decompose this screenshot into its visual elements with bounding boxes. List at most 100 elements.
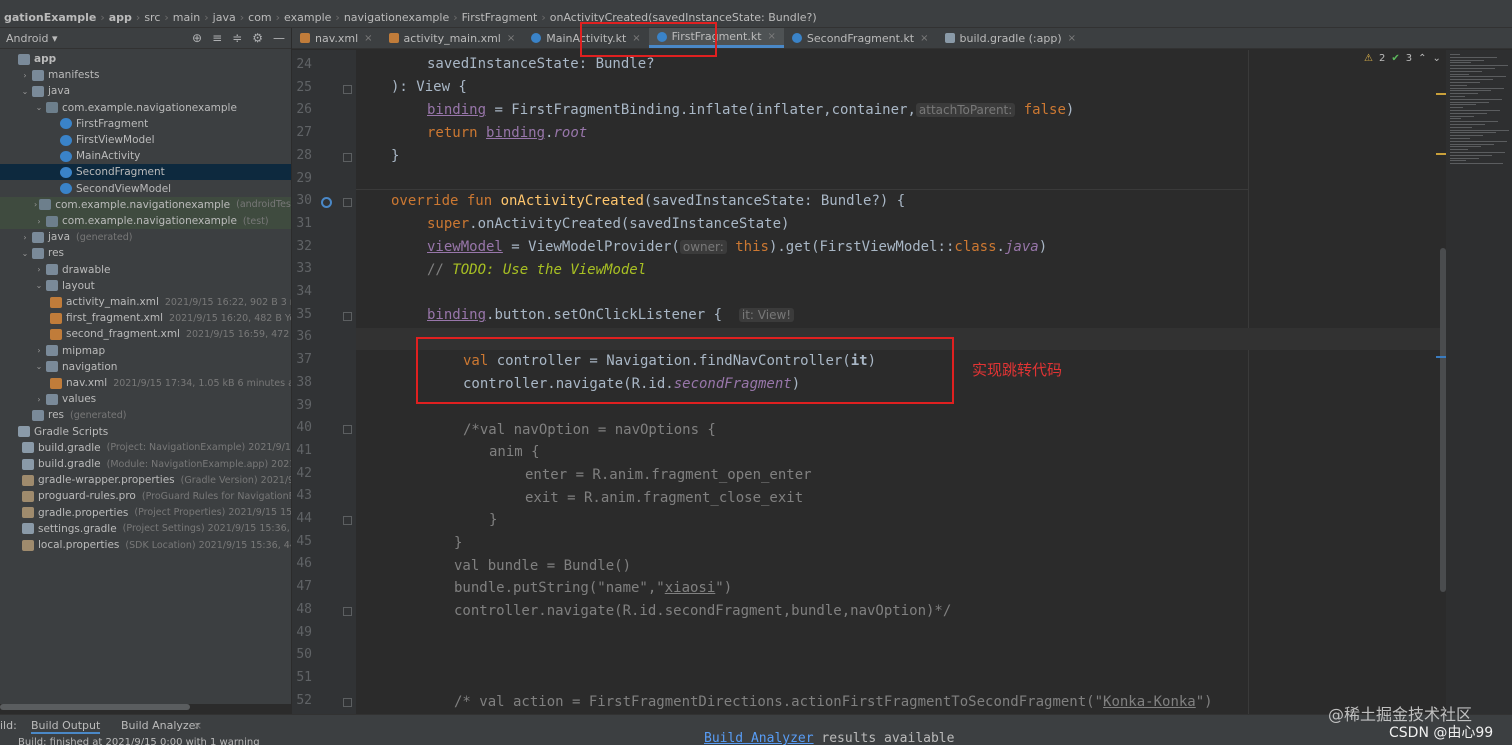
warning-marker[interactable] <box>1436 153 1446 155</box>
close-tab-icon[interactable]: × <box>507 33 515 44</box>
tree-scrollbar[interactable] <box>0 704 190 710</box>
chevron-down-icon[interactable]: ⌄ <box>20 249 30 258</box>
breadcrumb-item[interactable]: java <box>209 11 240 24</box>
minimap[interactable] <box>1446 50 1512 714</box>
fold-icon[interactable] <box>343 84 352 94</box>
tree-item[interactable]: settings.gradle (Project Settings) 2021/9… <box>0 521 291 537</box>
chevron-right-icon[interactable]: › <box>34 346 44 355</box>
chevron-right-icon[interactable]: › <box>34 217 44 226</box>
chevron-down-icon[interactable]: ⌄ <box>34 103 44 112</box>
fold-icon[interactable] <box>343 516 352 525</box>
tree-item[interactable]: ⌄ navigation <box>0 359 291 375</box>
chevron-right-icon[interactable]: › <box>34 265 44 274</box>
tree-item[interactable]: local.properties (SDK Location) 2021/9/15… <box>0 537 291 553</box>
breadcrumb-item[interactable]: src <box>140 11 164 24</box>
chevron-down-icon[interactable]: ⌄ <box>20 87 30 96</box>
tree-item[interactable]: gradle-wrapper.properties (Gradle Version… <box>0 472 291 488</box>
folder-icon <box>32 231 44 243</box>
close-tab-icon[interactable]: × <box>1068 33 1076 44</box>
tree-item[interactable]: ⌄ layout <box>0 278 291 294</box>
build-analyzer-link[interactable]: Build Analyzer <box>704 731 814 745</box>
tree-item-label: activity_main.xml <box>66 296 159 308</box>
tab-label: build.gradle (:app) <box>959 31 1062 45</box>
editor-tab[interactable]: activity_main.xml × <box>381 28 524 48</box>
fold-icon[interactable] <box>343 606 352 616</box>
close-tab-icon[interactable]: × <box>920 33 928 44</box>
check-icon: ✔ <box>1391 53 1400 64</box>
breadcrumb-item[interactable]: app <box>105 11 136 24</box>
tree-item[interactable]: app <box>0 51 291 67</box>
build-status[interactable]: Build: finished at 2021/9/15 0:00 with 1… <box>18 737 260 745</box>
tree-item[interactable]: second_fragment.xml 2021/9/15 16:59, 472 … <box>0 326 291 342</box>
breadcrumb-item[interactable]: main <box>169 11 204 24</box>
tree-item[interactable]: SecondFragment <box>0 164 291 181</box>
gear-icon[interactable]: ⚙ <box>252 31 263 45</box>
breadcrumb-item[interactable]: FirstFragment <box>458 11 542 24</box>
close-icon[interactable]: × <box>193 719 202 732</box>
tree-item[interactable]: SecondViewModel <box>0 181 291 197</box>
tab-build-analyzer[interactable]: Build Analyzer <box>121 719 200 732</box>
chevron-right-icon[interactable]: › <box>34 395 44 404</box>
tree-item[interactable]: ⌄ java <box>0 83 291 99</box>
warning-marker[interactable] <box>1436 93 1446 95</box>
minimap-line <box>1450 110 1500 111</box>
code-line: /* val action = FirstFragmentDirections.… <box>454 694 1213 710</box>
code-line: binding = FirstFragmentBinding.inflate(i… <box>427 102 1075 118</box>
fold-icon[interactable] <box>343 697 352 707</box>
xml-icon <box>50 377 62 389</box>
breadcrumb-item[interactable]: gationExample <box>0 11 100 24</box>
tree-item[interactable]: build.gradle (Project: NavigationExample)… <box>0 440 291 456</box>
tree-item[interactable]: activity_main.xml 2021/9/15 16:22, 902 B … <box>0 294 291 310</box>
tree-item[interactable]: › manifests <box>0 67 291 83</box>
editor-tab[interactable]: nav.xml × <box>292 28 381 48</box>
minimize-icon[interactable]: — <box>273 31 285 45</box>
project-tree: app › manifests ⌄ java ⌄ com.example.navigatio… <box>0 49 291 704</box>
tree-item[interactable]: Gradle Scripts <box>0 424 291 440</box>
minimap-line <box>1450 140 1507 142</box>
project-view-select[interactable]: Android ▾ <box>6 32 58 45</box>
tree-item[interactable]: FirstFragment <box>0 116 291 132</box>
tree-item[interactable]: MainActivity <box>0 148 291 164</box>
breadcrumb-item[interactable]: navigationexample <box>340 11 453 24</box>
tree-item[interactable]: FirstViewModel <box>0 132 291 148</box>
tree-item[interactable]: › com.example.navigationexample (androidTe… <box>0 196 291 213</box>
line-number: 29 <box>296 170 312 186</box>
fold-icon[interactable] <box>343 198 352 208</box>
tree-item[interactable]: ⌄ res <box>0 245 291 261</box>
close-tab-icon[interactable]: × <box>364 33 372 44</box>
tree-item[interactable]: › values <box>0 391 291 407</box>
tree-item[interactable]: ⌄ com.example.navigationexample <box>0 100 291 116</box>
chevron-right-icon[interactable]: › <box>20 233 30 242</box>
expand-icon[interactable]: ≡ <box>212 31 222 45</box>
editor-scrollbar[interactable] <box>1440 248 1446 592</box>
next-highlight-icon[interactable]: ⌄ <box>1433 53 1441 64</box>
tree-item[interactable]: › drawable <box>0 262 291 278</box>
close-tab-icon[interactable]: × <box>768 31 776 42</box>
tree-item[interactable]: › com.example.navigationexample (test) <box>0 213 291 229</box>
chevron-right-icon[interactable]: › <box>34 200 37 209</box>
fold-icon[interactable] <box>343 311 352 321</box>
override-marker-icon[interactable] <box>321 197 332 208</box>
tree-item[interactable]: first_fragment.xml 2021/9/15 16:20, 482 B… <box>0 310 291 326</box>
fold-icon[interactable] <box>343 425 352 435</box>
editor-tab[interactable]: SecondFragment.kt × <box>784 28 937 48</box>
tree-item[interactable]: › java (generated) <box>0 229 291 245</box>
tree-item[interactable]: nav.xml 2021/9/15 17:34, 1.05 kB 6 minute… <box>0 375 291 391</box>
inspection-widget[interactable]: ⚠ 2 ✔ 3 ⌃ ⌄ <box>1364 53 1441 64</box>
collapse-icon[interactable]: ≑ <box>232 31 242 45</box>
prev-highlight-icon[interactable]: ⌃ <box>1418 53 1426 64</box>
tree-item[interactable]: gradle.properties (Project Properties) 20… <box>0 505 291 521</box>
editor-tab[interactable]: build.gradle (:app) × <box>937 28 1084 48</box>
tab-build-output[interactable]: Build Output <box>31 719 101 734</box>
breadcrumb-item[interactable]: example <box>280 11 335 24</box>
chevron-down-icon[interactable]: ⌄ <box>34 281 44 290</box>
tree-item[interactable]: proguard-rules.pro (ProGuard Rules for Na… <box>0 488 291 504</box>
tree-item[interactable]: › mipmap <box>0 343 291 359</box>
breadcrumb-item[interactable]: com <box>244 11 276 24</box>
chevron-down-icon[interactable]: ⌄ <box>34 362 44 371</box>
fold-icon[interactable] <box>343 152 352 162</box>
chevron-right-icon[interactable]: › <box>20 71 30 80</box>
tree-item[interactable]: res (generated) <box>0 407 291 423</box>
tree-item[interactable]: build.gradle (Module: NavigationExample.a… <box>0 456 291 472</box>
target-icon[interactable]: ⊕ <box>192 31 202 45</box>
